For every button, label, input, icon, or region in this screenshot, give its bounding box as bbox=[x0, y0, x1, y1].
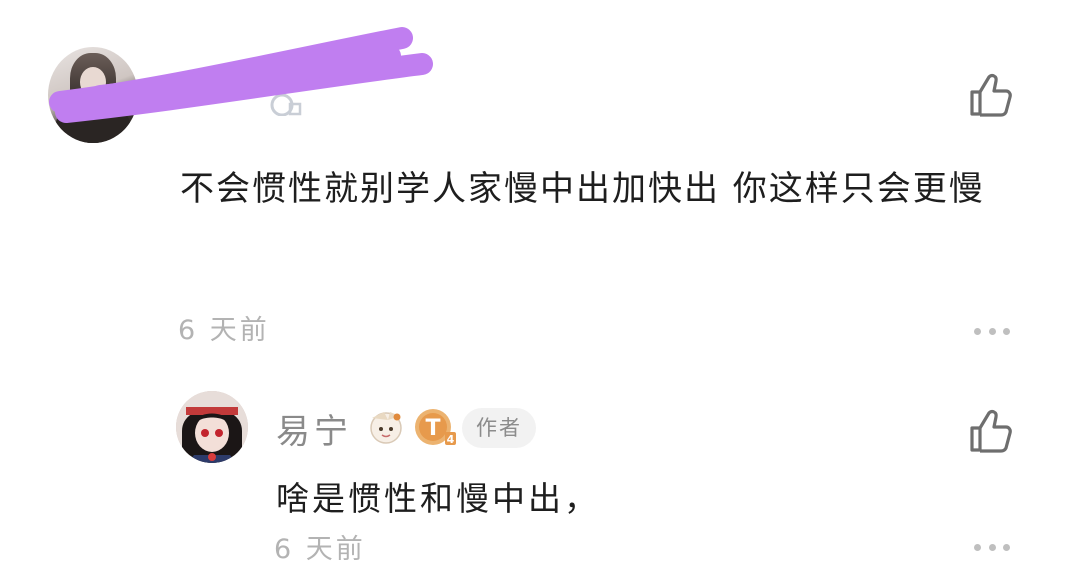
more-horizontal-icon[interactable] bbox=[974, 322, 1010, 340]
commenter-avatar[interactable] bbox=[48, 47, 138, 143]
comment-thread: 不会惯性就别学人家慢中出加快出 你这样只会更慢 6 天前 易宁 T 4 作者 啥… bbox=[0, 0, 1076, 564]
thumbs-up-icon[interactable] bbox=[968, 408, 1014, 454]
reply-avatar[interactable] bbox=[176, 391, 248, 463]
svg-text:4: 4 bbox=[447, 433, 455, 446]
level-badge-icon bbox=[270, 94, 302, 116]
author-tag: 作者 bbox=[462, 408, 536, 448]
reply-text: 啥是惯性和慢中出， bbox=[276, 479, 600, 518]
thumbs-up-icon[interactable] bbox=[968, 72, 1014, 118]
level-badge-icon: T 4 bbox=[415, 409, 456, 446]
more-horizontal-icon[interactable] bbox=[974, 538, 1010, 556]
reply-username[interactable]: 易宁 bbox=[276, 404, 352, 453]
reply-timestamp: 6 天前 bbox=[274, 534, 366, 564]
svg-text:T: T bbox=[425, 416, 440, 441]
comment-text: 不会惯性就别学人家慢中出加快出 你这样只会更慢 bbox=[180, 169, 985, 209]
sticker-badge-icon bbox=[370, 412, 402, 444]
comment-timestamp: 6 天前 bbox=[178, 315, 270, 346]
